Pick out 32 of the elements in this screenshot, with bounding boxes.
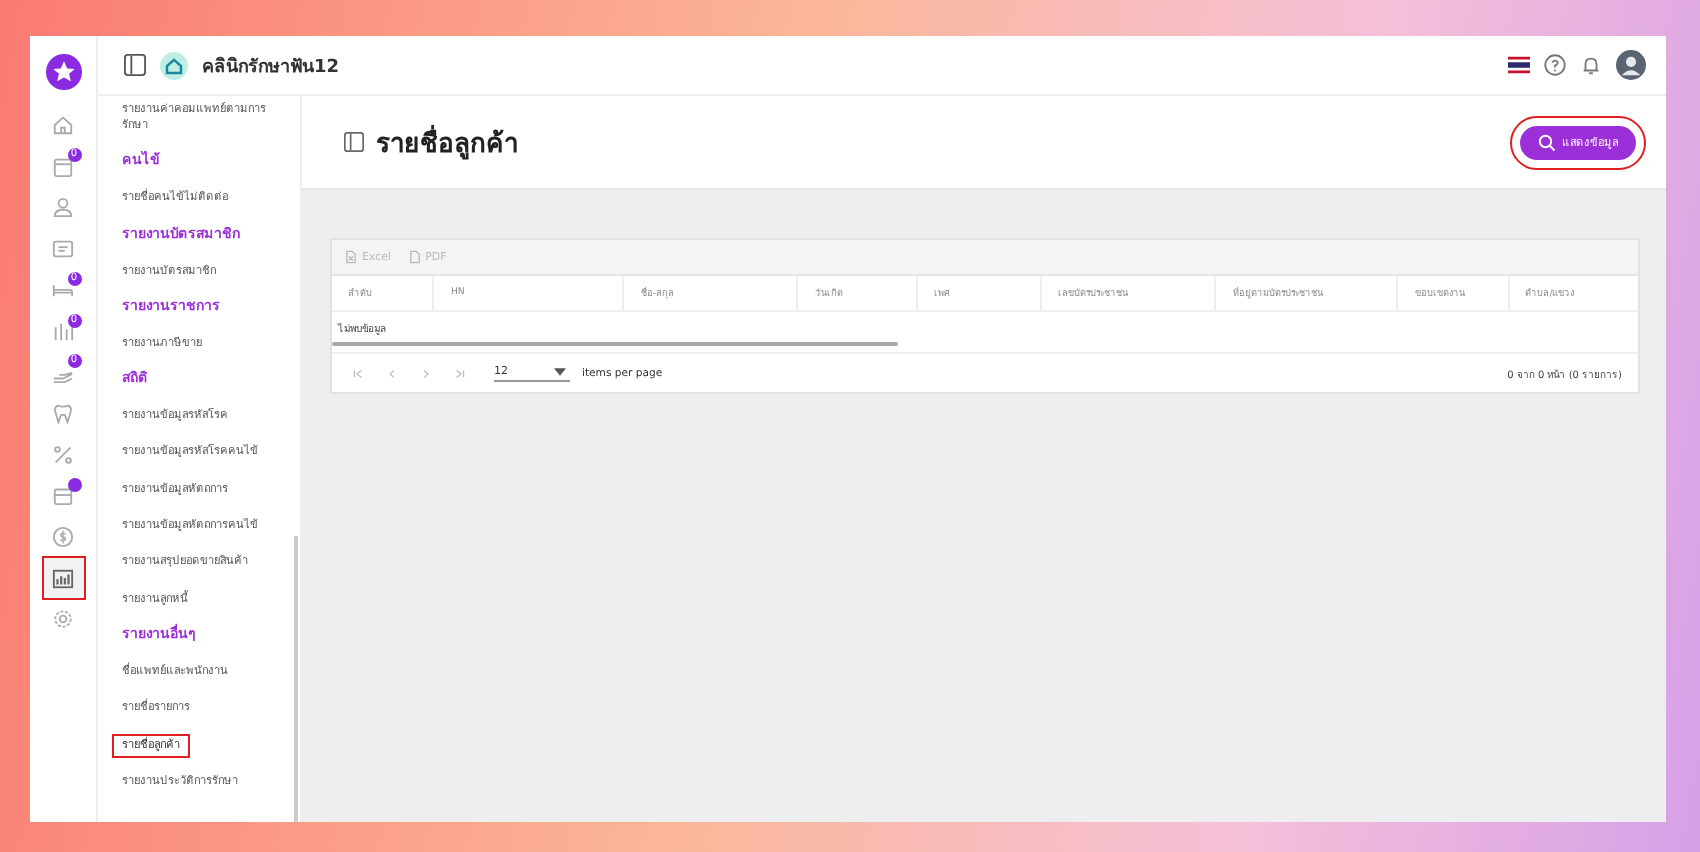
last-page-icon[interactable] (454, 367, 466, 379)
scrollbar[interactable] (294, 536, 298, 822)
sidebar-toggle-icon[interactable] (124, 54, 146, 76)
settings-icon (52, 608, 74, 631)
horizontal-scrollbar[interactable] (332, 342, 898, 346)
coin-icon (52, 526, 74, 549)
tooth-icon (52, 402, 74, 425)
clinic-name: คลินิกรักษาฟัน12 (202, 54, 340, 79)
home-icon (52, 114, 74, 137)
search-icon (1538, 133, 1556, 151)
calendar-icon (52, 155, 74, 178)
bell-icon[interactable] (1580, 54, 1602, 76)
thai-flag-icon[interactable] (1508, 56, 1530, 74)
help-icon[interactable] (1544, 54, 1566, 76)
dropdown-caret-icon (554, 368, 566, 376)
star-logo-icon (45, 54, 81, 90)
bar-chart-icon (52, 567, 74, 590)
box-icon (52, 484, 74, 507)
percent-icon (52, 443, 74, 466)
page-title: รายชื่อลูกค้า (376, 123, 518, 163)
notification-dot (67, 477, 81, 492)
person-icon (52, 196, 74, 219)
rail-button[interactable] (43, 558, 83, 599)
next-page-icon[interactable] (420, 367, 432, 379)
avatar-icon[interactable] (1616, 50, 1646, 80)
spreadsheet-icon (344, 250, 358, 264)
id-card-icon (52, 237, 74, 260)
first-page-icon[interactable] (352, 367, 364, 379)
document-icon (407, 250, 422, 264)
house-icon (160, 51, 188, 79)
panel-icon (344, 132, 364, 152)
previous-page-icon[interactable] (386, 367, 398, 379)
